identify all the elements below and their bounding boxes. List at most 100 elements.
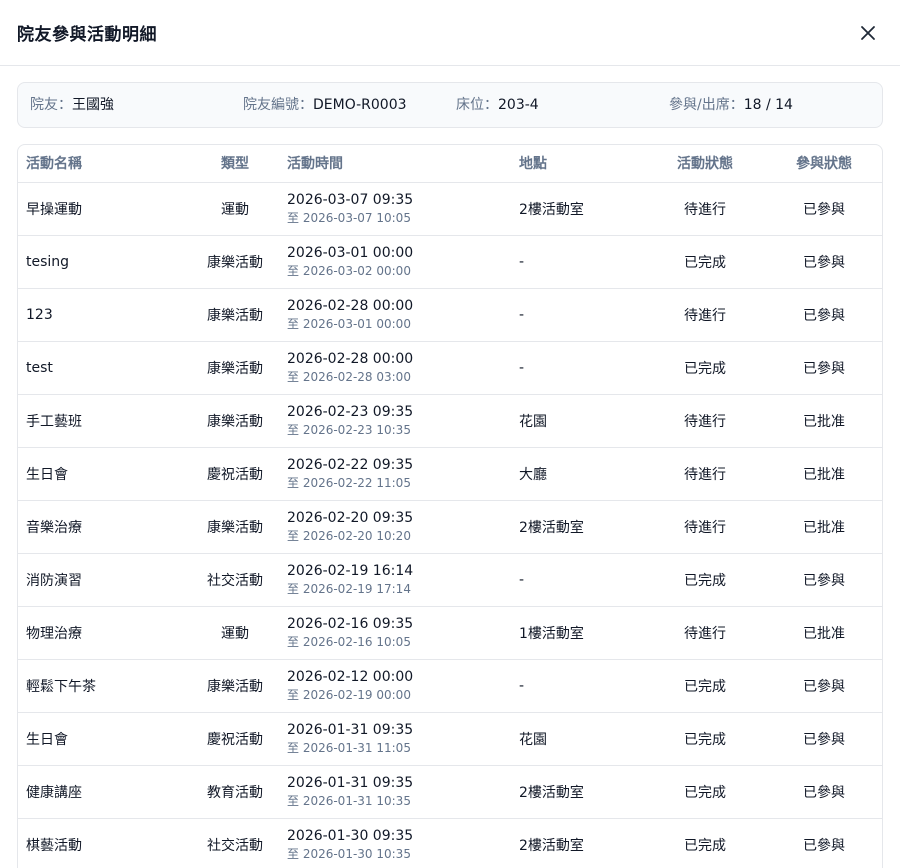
activity-location-cell: - (519, 571, 525, 588)
activity-location-cell: - (519, 306, 525, 323)
activity-location-cell: 花園 (519, 731, 547, 748)
activity-start-time: 2026-01-31 09:35 (287, 721, 414, 738)
activity-location-cell: - (519, 359, 525, 376)
activity-status-cell: 已完成 (684, 731, 726, 748)
activity-time-cell: 2026-02-20 09:35 至 2026-02-20 10:20 (286, 500, 519, 553)
activity-status-cell: 待進行 (684, 519, 726, 536)
column-header-name[interactable]: 活動名稱 (18, 145, 184, 183)
activity-type-cell: 運動 (221, 625, 249, 642)
activity-status-cell: 待進行 (684, 466, 726, 483)
activity-type-cell: 教育活動 (207, 784, 263, 801)
table-row[interactable]: tesing 康樂活動 2026-03-01 00:00 至 2026-03-02 0… (18, 235, 882, 288)
activity-time-cell: 2026-01-31 09:35 至 2026-01-31 10:35 (286, 765, 519, 818)
close-icon (861, 25, 875, 40)
close-button[interactable] (854, 19, 882, 47)
activity-status-cell: 已完成 (684, 254, 726, 271)
activity-name-cell: 123 (26, 306, 53, 323)
column-header-type[interactable]: 類型 (184, 145, 286, 183)
table-row[interactable]: 生日會 慶祝活動 2026-01-31 09:35 至 2026-01-31 11:0… (18, 712, 882, 765)
table-row[interactable]: 123 康樂活動 2026-02-28 00:00 至 2026-03-01 00:0… (18, 288, 882, 341)
activity-end-time: 至 2026-01-30 10:35 (287, 846, 411, 861)
table-row[interactable]: 物理治療 運動 2026-02-16 09:35 至 2026-02-16 10:05… (18, 606, 882, 659)
resident-attendance: 參與/出席：18 / 14 (669, 97, 793, 113)
table-row[interactable]: 早操運動 運動 2026-03-07 09:35 至 2026-03-07 10:05… (18, 182, 882, 235)
activity-name-cell: tesing (26, 253, 70, 270)
activity-start-time: 2026-03-01 00:00 (287, 244, 414, 261)
activity-table-container[interactable]: 活動名稱 類型 活動時間 地點 活動狀態 參與狀態 早操運動 運動 2026-03-… (17, 144, 883, 868)
table-row[interactable]: 手工藝班 康樂活動 2026-02-23 09:35 至 2026-02-23 10:… (18, 394, 882, 447)
table-row[interactable]: 音樂治療 康樂活動 2026-02-20 09:35 至 2026-02-20 10:… (18, 500, 882, 553)
activity-name-cell: 輕鬆下午茶 (26, 678, 96, 695)
column-header-time[interactable]: 活動時間 (286, 145, 519, 183)
activity-status-cell: 已完成 (684, 678, 726, 695)
activity-end-time: 至 2026-02-19 17:14 (287, 581, 411, 596)
activity-name-cell: 健康講座 (26, 784, 82, 801)
activity-end-time: 至 2026-02-19 00:00 (287, 687, 411, 702)
table-row[interactable]: 消防演習 社交活動 2026-02-19 16:14 至 2026-02-19 17:… (18, 553, 882, 606)
activity-name-cell: 早操運動 (26, 201, 82, 218)
activity-end-time: 至 2026-02-28 03:00 (287, 369, 411, 384)
activity-name-cell: 消防演習 (26, 572, 82, 589)
table-row[interactable]: 健康講座 教育活動 2026-01-31 09:35 至 2026-01-31 10:… (18, 765, 882, 818)
activity-name-cell: 音樂治療 (26, 519, 82, 536)
column-header-location[interactable]: 地點 (519, 145, 646, 183)
participation-status-cell: 已參與 (803, 201, 845, 218)
activity-location-cell: 1樓活動室 (519, 625, 584, 642)
participation-status-cell: 已參與 (803, 254, 845, 271)
activity-start-time: 2026-02-28 00:00 (287, 297, 414, 314)
activity-time-cell: 2026-02-22 09:35 至 2026-02-22 11:05 (286, 447, 519, 500)
column-header-status[interactable]: 活動狀態 (646, 145, 764, 183)
activity-type-cell: 康樂活動 (207, 678, 263, 695)
activity-type-cell: 慶祝活動 (207, 466, 263, 483)
activity-detail-modal: 院友參與活動明細 院友：王國強 院友編號：DEMO-R0003 床位：203-4… (0, 0, 900, 868)
column-header-participation[interactable]: 參與狀態 (764, 145, 882, 183)
activity-start-time: 2026-02-23 09:35 (287, 403, 414, 420)
activity-type-cell: 康樂活動 (207, 519, 263, 536)
activity-location-cell: 大廳 (519, 466, 547, 483)
activity-end-time: 至 2026-03-02 00:00 (287, 263, 411, 278)
activity-time-cell: 2026-02-28 00:00 至 2026-03-01 00:00 (286, 288, 519, 341)
resident-id: 院友編號：DEMO-R0003 (243, 97, 407, 113)
activity-type-cell: 運動 (221, 201, 249, 218)
activity-end-time: 至 2026-02-22 11:05 (287, 475, 411, 490)
activity-location-cell: - (519, 253, 525, 270)
activity-end-time: 至 2026-03-01 00:00 (287, 316, 411, 331)
participation-status-cell: 已批准 (803, 625, 845, 642)
activity-table: 活動名稱 類型 活動時間 地點 活動狀態 參與狀態 早操運動 運動 2026-03-… (18, 145, 882, 868)
activity-location-cell: 2樓活動室 (519, 784, 584, 801)
activity-time-cell: 2026-02-28 00:00 至 2026-02-28 03:00 (286, 341, 519, 394)
activity-end-time: 至 2026-01-31 11:05 (287, 740, 411, 755)
modal-title: 院友參與活動明細 (17, 25, 157, 45)
table-row[interactable]: 棋藝活動 社交活動 2026-01-30 09:35 至 2026-01-30 10:… (18, 818, 882, 868)
activity-start-time: 2026-02-19 16:14 (287, 562, 414, 579)
activity-end-time: 至 2026-02-23 10:35 (287, 422, 411, 437)
participation-status-cell: 已參與 (803, 731, 845, 748)
table-row[interactable]: test 康樂活動 2026-02-28 00:00 至 2026-02-28 03:… (18, 341, 882, 394)
activity-start-time: 2026-02-20 09:35 (287, 509, 414, 526)
resident-name: 院友：王國強 (30, 97, 114, 113)
participation-status-cell: 已批准 (803, 466, 845, 483)
activity-name-cell: 棋藝活動 (26, 837, 82, 854)
activity-end-time: 至 2026-02-20 10:20 (287, 528, 411, 543)
activity-location-cell: 2樓活動室 (519, 201, 584, 218)
activity-status-cell: 待進行 (684, 201, 726, 218)
activity-end-time: 至 2026-01-31 10:35 (287, 793, 411, 808)
participation-status-cell: 已參與 (803, 572, 845, 589)
activity-type-cell: 康樂活動 (207, 413, 263, 430)
activity-location-cell: 花園 (519, 413, 547, 430)
resident-bed: 床位：203-4 (456, 97, 539, 113)
activity-time-cell: 2026-02-16 09:35 至 2026-02-16 10:05 (286, 606, 519, 659)
activity-start-time: 2026-02-22 09:35 (287, 456, 414, 473)
table-row[interactable]: 生日會 慶祝活動 2026-02-22 09:35 至 2026-02-22 11:0… (18, 447, 882, 500)
activity-location-cell: 2樓活動室 (519, 837, 584, 854)
activity-status-cell: 已完成 (684, 784, 726, 801)
table-row[interactable]: 輕鬆下午茶 康樂活動 2026-02-12 00:00 至 2026-02-19 00… (18, 659, 882, 712)
activity-start-time: 2026-01-31 09:35 (287, 774, 414, 791)
activity-start-time: 2026-01-30 09:35 (287, 827, 414, 844)
activity-location-cell: - (519, 677, 525, 694)
activity-type-cell: 康樂活動 (207, 254, 263, 271)
participation-status-cell: 已參與 (803, 837, 845, 854)
participation-status-cell: 已參與 (803, 307, 845, 324)
activity-name-cell: test (26, 359, 53, 376)
activity-time-cell: 2026-01-31 09:35 至 2026-01-31 11:05 (286, 712, 519, 765)
